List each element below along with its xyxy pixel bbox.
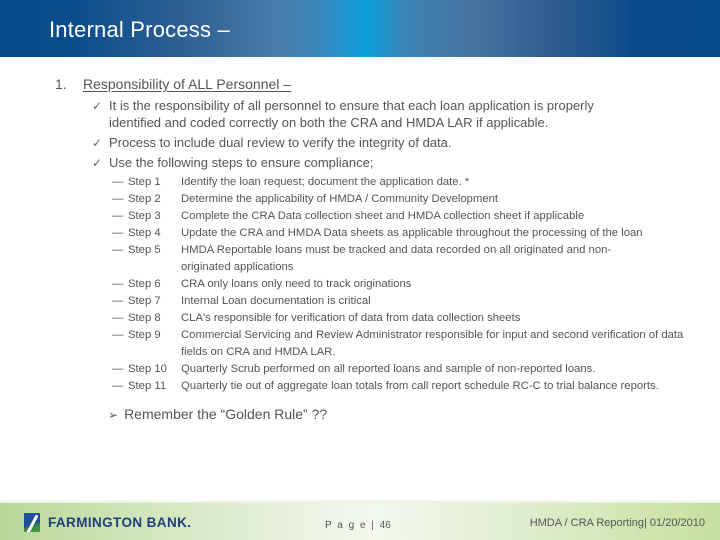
reminder-text: Remember the “Golden Rule” ??: [124, 406, 328, 422]
step-label: Step 8: [128, 312, 161, 324]
step-label: Step 10: [128, 363, 167, 375]
dash-bullet: —: [112, 295, 124, 307]
step-description: Complete the CRA Data collection sheet a…: [181, 210, 585, 222]
arrow-bullet-icon: ➢: [108, 408, 119, 422]
slide-title: Internal Process –: [49, 17, 230, 42]
dash-bullet: —: [112, 329, 124, 341]
step-label: Step 9: [128, 329, 161, 341]
bank-logo-icon: [24, 512, 40, 532]
slide-header: Internal Process –: [0, 0, 720, 57]
golden-rule-reminder: ➢ Remember the “Golden Rule” ??: [108, 406, 327, 422]
bank-logo: FARMINGTON BANK.: [24, 511, 191, 533]
checkmark-icon: ✓: [92, 136, 103, 150]
report-info: HMDA / CRA Reporting| 01/20/2010: [529, 517, 705, 529]
step-description: Determine the applicability of HMDA / Co…: [181, 193, 499, 205]
step-description: Quarterly tie out of aggregate loan tota…: [181, 380, 659, 392]
step-label: Step 5: [128, 244, 161, 256]
step-description: CRA only loans only need to track origin…: [181, 278, 412, 290]
step-label: Step 11: [128, 380, 167, 392]
dash-bullet: —: [112, 363, 124, 375]
dash-bullet: —: [112, 210, 124, 222]
checkmark-icon: ✓: [92, 99, 103, 113]
check-item-text: It is the responsibility of all personne…: [109, 98, 594, 130]
step-description: Quarterly Scrub performed on all reporte…: [181, 363, 596, 375]
dash-bullet: —: [112, 278, 124, 290]
step-description: Commercial Servicing and Review Administ…: [181, 329, 684, 358]
step-label: Step 7: [128, 295, 161, 307]
step-label: Step 1: [128, 176, 161, 188]
step-description: HMDA Reportable loans must be tracked an…: [181, 244, 612, 273]
step-label: Step 6: [128, 278, 161, 290]
checkmark-icon: ✓: [92, 156, 103, 170]
page-indicator: P a g e | 46: [325, 520, 391, 531]
section-number: 1.: [55, 76, 67, 92]
dash-bullet: —: [112, 227, 124, 239]
dash-bullet: —: [112, 380, 124, 392]
step-label: Step 2: [128, 193, 161, 205]
section-title: Responsibility of ALL Personnel –: [83, 76, 292, 92]
bank-name: FARMINGTON BANK.: [48, 514, 192, 530]
step-description: Update the CRA and HMDA Data sheets as a…: [181, 227, 643, 239]
step-description: Internal Loan documentation is critical: [181, 295, 371, 307]
check-item-text: Use the following steps to ensure compli…: [109, 155, 374, 170]
dash-bullet: —: [112, 312, 124, 324]
dash-bullet: —: [112, 244, 124, 256]
step-description: CLA's responsible for verification of da…: [181, 312, 521, 324]
page-label: P a g e |: [325, 520, 380, 531]
step-label: Step 3: [128, 210, 161, 222]
step-description: Identify the loan request; document the …: [181, 176, 470, 188]
dash-bullet: —: [112, 176, 124, 188]
step-label: Step 4: [128, 227, 161, 239]
check-item-text: Process to include dual review to verify…: [109, 135, 452, 150]
dash-bullet: —: [112, 193, 124, 205]
slide-footer: FARMINGTON BANK. P a g e | 46 HMDA / CRA…: [0, 499, 720, 540]
page-number: 46: [379, 520, 391, 531]
